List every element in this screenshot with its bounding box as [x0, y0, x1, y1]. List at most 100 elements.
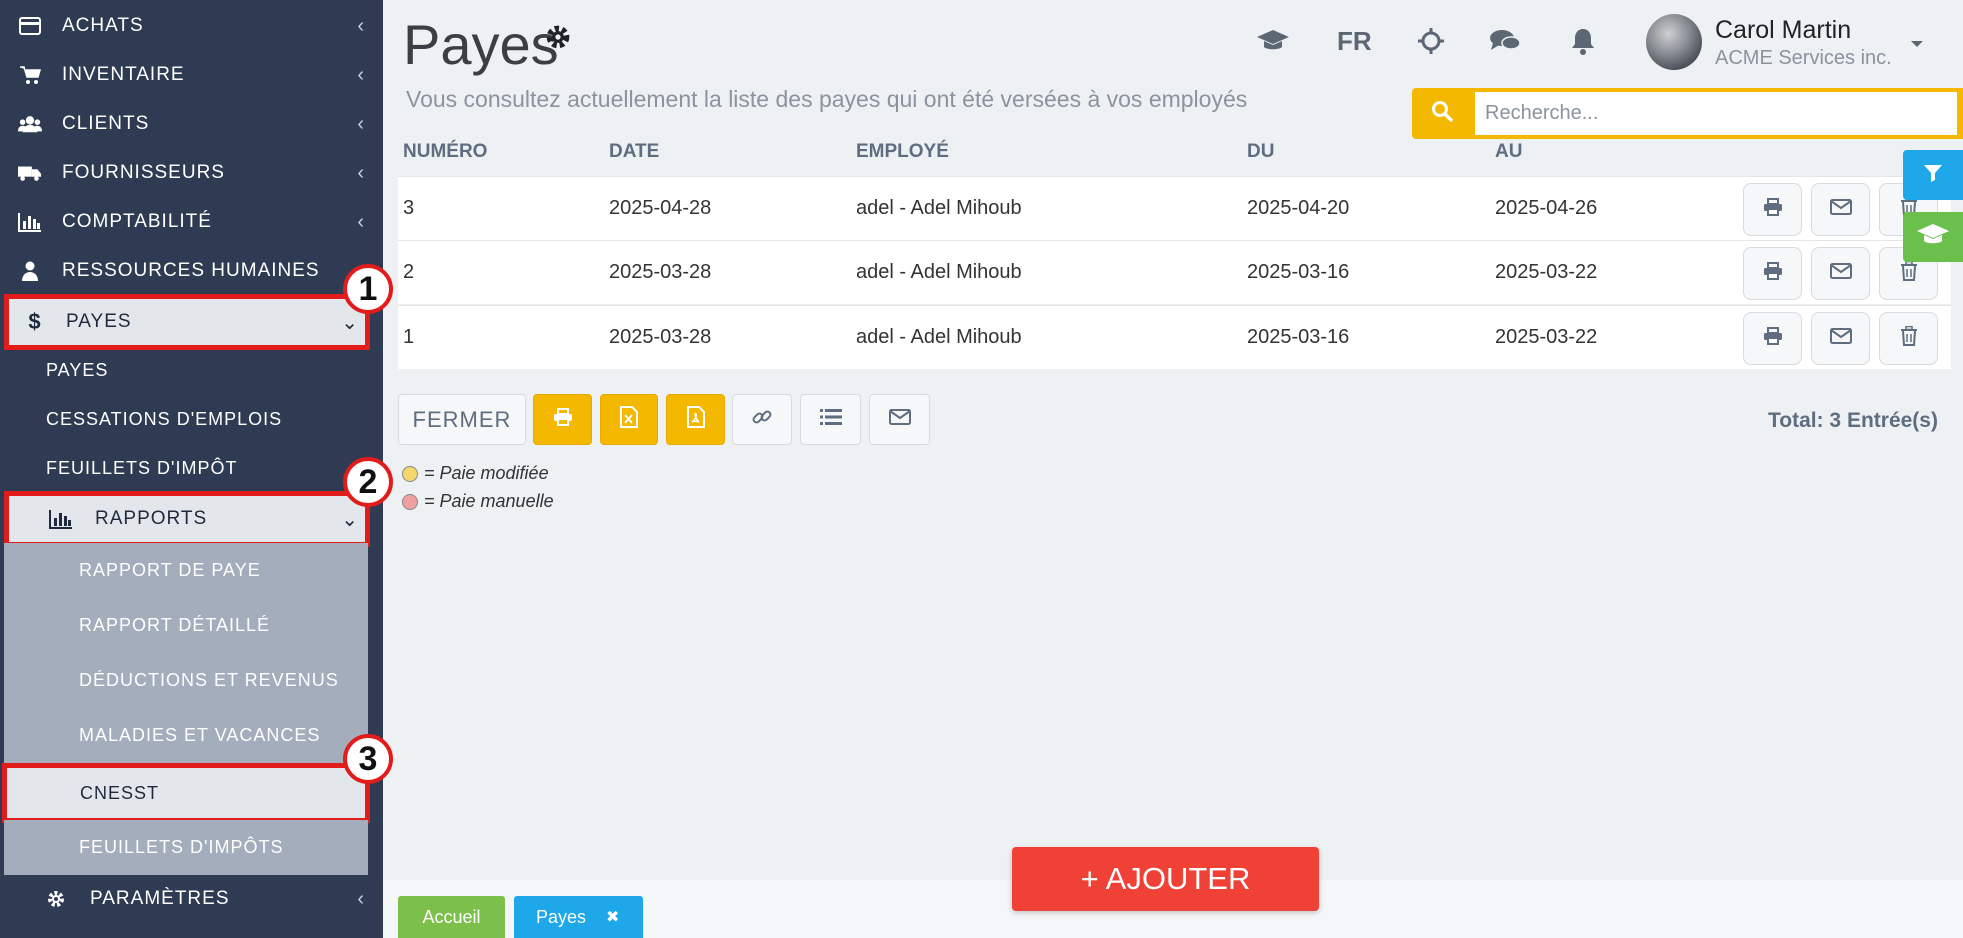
add-button[interactable]: + AJOUTER: [1012, 847, 1319, 911]
sidebar-item-parametres[interactable]: PARAMÈTRES ‹: [0, 875, 383, 923]
column-header-au[interactable]: AU: [1495, 141, 1522, 163]
pdf-file-icon: [686, 406, 705, 433]
theme-icon[interactable]: [1414, 24, 1448, 58]
sidebar-subitem-payes[interactable]: PAYES: [0, 346, 370, 394]
email-button[interactable]: [1811, 312, 1870, 365]
sidebar-item-fournisseurs[interactable]: FOURNISSEURS ‹: [0, 149, 383, 197]
chevron-left-icon: ‹: [357, 112, 365, 135]
print-button[interactable]: [1743, 312, 1802, 365]
legend-label: = Paie modifiée: [424, 463, 549, 483]
chevron-left-icon: ‹: [357, 14, 365, 37]
sidebar-subitem-label: CESSATIONS D'EMPLOIS: [46, 408, 283, 429]
email-button[interactable]: [1811, 247, 1870, 300]
report-item-rapport-de-paye[interactable]: RAPPORT DE PAYE: [4, 543, 368, 598]
export-pdf-button[interactable]: [666, 394, 725, 445]
search-input[interactable]: [1475, 92, 1957, 135]
filter-button[interactable]: [1903, 150, 1963, 200]
chat-icon[interactable]: [1488, 24, 1522, 58]
sidebar-item-achats[interactable]: ACHATS ‹: [0, 2, 383, 50]
report-item-label: DÉDUCTIONS ET REVENUS: [79, 670, 339, 690]
sidebar-subitem-feuillets-impot[interactable]: FEUILLETS D'IMPÔT: [0, 444, 370, 492]
users-icon: [18, 112, 42, 136]
sidebar-item-ressources-humaines[interactable]: RESSOURCES HUMAINES: [0, 247, 383, 295]
list-button[interactable]: [800, 394, 861, 445]
envelope-icon: [888, 409, 911, 430]
truck-icon: [18, 161, 42, 185]
cell-du: 2025-03-16: [1247, 261, 1350, 283]
tab-accueil[interactable]: Accueil: [398, 896, 505, 938]
print-icon: [1763, 262, 1783, 285]
user-icon: [18, 259, 42, 283]
link-button[interactable]: [732, 394, 792, 445]
report-item-deductions[interactable]: DÉDUCTIONS ET REVENUS: [4, 653, 368, 708]
close-button-label: FERMER: [412, 406, 512, 432]
sidebar-item-payes[interactable]: $ PAYES ⌄: [4, 294, 370, 350]
chevron-left-icon: ‹: [357, 210, 365, 233]
tab-payes[interactable]: Payes ✖: [514, 896, 643, 938]
gear-icon: [44, 887, 68, 911]
search-icon: [1431, 100, 1453, 127]
cell-du: 2025-03-16: [1247, 326, 1350, 348]
column-header-date[interactable]: DATE: [609, 141, 659, 163]
report-item-cnesst[interactable]: CNESST: [2, 763, 370, 823]
print-button[interactable]: [1743, 183, 1802, 236]
email-list-button[interactable]: [869, 394, 930, 445]
delete-button[interactable]: [1879, 312, 1938, 365]
cell-employe: adel - Adel Mihoub: [856, 326, 1022, 348]
cell-date: 2025-03-28: [609, 326, 712, 348]
table-row[interactable]: 3 2025-04-28 adel - Adel Mihoub 2025-04-…: [398, 176, 1951, 240]
envelope-icon: [1829, 199, 1852, 220]
table-row[interactable]: 2 2025-03-28 adel - Adel Mihoub 2025-03-…: [398, 240, 1951, 304]
annotation-marker-1: 1: [343, 264, 393, 314]
graduation-cap-icon[interactable]: [1256, 24, 1290, 58]
table-row[interactable]: 1 2025-03-28 adel - Adel Mihoub 2025-03-…: [398, 305, 1951, 369]
avatar[interactable]: [1646, 14, 1702, 70]
report-item-label: CNESST: [80, 782, 160, 803]
export-excel-button[interactable]: [600, 394, 658, 445]
report-item-rapport-detaille[interactable]: RAPPORT DÉTAILLÉ: [4, 598, 368, 653]
bar-chart-icon: [18, 210, 42, 234]
gear-icon[interactable]: [545, 24, 571, 55]
cell-au: 2025-03-22: [1495, 326, 1598, 348]
total-count: Total: 3 Entrée(s): [1768, 409, 1938, 432]
search-button[interactable]: [1412, 88, 1472, 139]
sidebar-item-comptabilite[interactable]: COMPTABILITÉ ‹: [0, 198, 383, 246]
credit-card-icon: [18, 14, 42, 38]
column-header-du[interactable]: DU: [1247, 141, 1274, 163]
cell-au: 2025-04-26: [1495, 197, 1598, 219]
sidebar-item-label: COMPTABILITÉ: [62, 211, 212, 232]
annotation-marker-2: 2: [343, 457, 393, 507]
sidebar-item-inventaire[interactable]: INVENTAIRE ‹: [0, 51, 383, 99]
bell-icon[interactable]: [1566, 24, 1600, 58]
column-header-numero[interactable]: NUMÉRO: [403, 141, 487, 163]
user-name[interactable]: Carol Martin: [1715, 16, 1851, 45]
column-header-employe[interactable]: EMPLOYÉ: [856, 141, 949, 163]
page-subtitle: Vous consultez actuellement la liste des…: [406, 86, 1248, 112]
search-bar: [1412, 88, 1963, 139]
cell-numero: 1: [403, 326, 415, 348]
cell-employe: adel - Adel Mihoub: [856, 261, 1022, 283]
report-item-feuillets-impots[interactable]: FEUILLETS D'IMPÔTS: [4, 820, 368, 875]
legend-manual: = Paie manuelle: [402, 491, 554, 512]
tutorial-button[interactable]: [1903, 212, 1963, 262]
print-list-button[interactable]: [533, 394, 592, 445]
report-item-label: FEUILLETS D'IMPÔTS: [79, 837, 284, 857]
print-button[interactable]: [1743, 247, 1802, 300]
close-icon[interactable]: ✖: [606, 907, 619, 927]
chevron-left-icon: ‹: [357, 161, 365, 184]
language-selector[interactable]: FR: [1337, 26, 1372, 57]
email-button[interactable]: [1811, 183, 1870, 236]
sidebar-item-clients[interactable]: CLIENTS ‹: [0, 100, 383, 148]
sidebar-subitem-cessations[interactable]: CESSATIONS D'EMPLOIS: [0, 395, 370, 443]
legend-dot-yellow: [402, 465, 418, 482]
close-button[interactable]: FERMER: [398, 394, 526, 445]
sidebar-subitem-label: PAYES: [46, 359, 109, 380]
report-item-label: RAPPORT DE PAYE: [79, 560, 261, 580]
sidebar-item-rapports[interactable]: RAPPORTS ⌄: [4, 491, 370, 547]
sidebar-item-label: PAYES: [66, 311, 132, 332]
dollar-icon: $: [28, 309, 42, 334]
tab-label: Payes: [536, 906, 587, 927]
caret-down-icon[interactable]: [1910, 36, 1924, 54]
report-item-maladies[interactable]: MALADIES ET VACANCES: [4, 708, 368, 763]
sidebar-item-label: PARAMÈTRES: [90, 888, 230, 909]
